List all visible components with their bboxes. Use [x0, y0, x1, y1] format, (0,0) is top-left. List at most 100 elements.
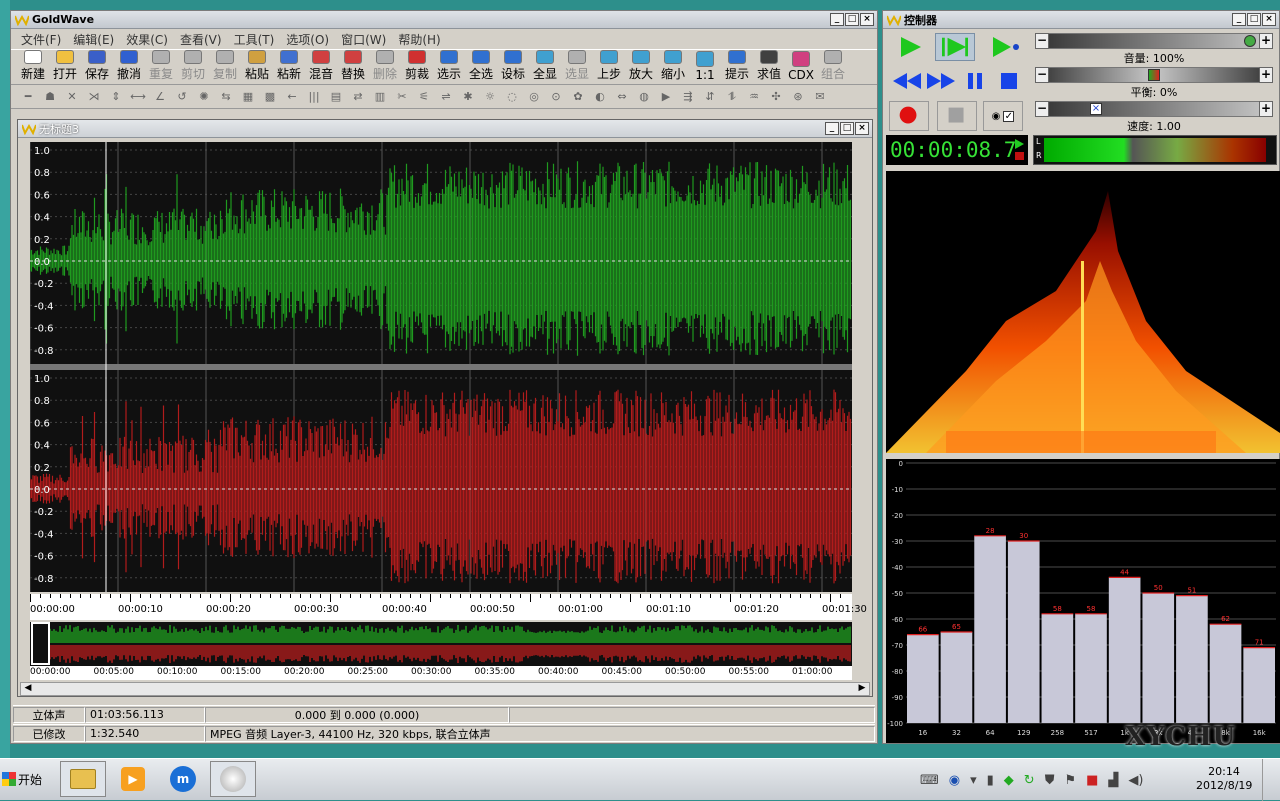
- effect-tool-icon[interactable]: ⊛: [789, 89, 807, 105]
- play-button[interactable]: [889, 33, 929, 61]
- menu-item-5[interactable]: 选项(O): [280, 31, 335, 48]
- fast-forward-button[interactable]: [923, 67, 959, 95]
- toolbar-button-23[interactable]: 求值: [753, 50, 785, 84]
- ctrl-close-button[interactable]: ×: [1262, 13, 1276, 26]
- effect-tool-icon[interactable]: ⊙: [547, 89, 565, 105]
- scroll-right-arrow[interactable]: ▶: [855, 683, 869, 695]
- effect-tool-icon[interactable]: ▶: [657, 89, 675, 105]
- rewind-button[interactable]: [889, 67, 925, 95]
- usb-icon[interactable]: ▮: [987, 773, 994, 788]
- volume-icon[interactable]: ◀): [1128, 773, 1143, 788]
- toolbar-button-13[interactable]: 选示: [433, 50, 465, 84]
- clock[interactable]: 20:14 2012/8/19: [1196, 765, 1252, 793]
- speed-thumb-icon[interactable]: ×: [1090, 103, 1102, 115]
- ctrl-minimize-button[interactable]: _: [1232, 13, 1246, 26]
- effect-tool-icon[interactable]: ⇌: [437, 89, 455, 105]
- effect-tool-icon[interactable]: ✉: [811, 89, 829, 105]
- effect-tool-icon[interactable]: ☗: [41, 89, 59, 105]
- right-channel[interactable]: 1.0 0.8 0.6 0.4 0.2 0.0 -0.2 -0.4 -0.6 -0.8: [30, 370, 852, 592]
- ctrl-maximize-button[interactable]: □: [1247, 13, 1261, 26]
- effect-tool-icon[interactable]: ▥: [371, 89, 389, 105]
- effect-tool-icon[interactable]: ▩: [261, 89, 279, 105]
- taskbar-media-button[interactable]: ▶: [110, 761, 156, 797]
- effect-tool-icon[interactable]: ⇵: [701, 89, 719, 105]
- doc-close-button[interactable]: ×: [855, 122, 869, 135]
- taskbar-goldwave-button[interactable]: [210, 761, 256, 797]
- pause-button[interactable]: [959, 67, 991, 95]
- main-title-bar[interactable]: GoldWave _ □ ×: [11, 11, 877, 29]
- toolbar-button-25[interactable]: 组合: [817, 50, 849, 84]
- balance-plus[interactable]: +: [1259, 67, 1273, 83]
- flag-icon[interactable]: ⚑: [1064, 773, 1076, 788]
- effect-tool-icon[interactable]: ▤: [327, 89, 345, 105]
- security-icon[interactable]: ◆: [1004, 773, 1014, 788]
- tray-arrow-icon[interactable]: ▾: [970, 773, 977, 788]
- toolbar-button-5[interactable]: 剪切: [177, 50, 209, 84]
- controller-title-bar[interactable]: 控制器 _ □ ×: [883, 11, 1279, 29]
- record-stop-button[interactable]: [937, 101, 977, 131]
- effect-tool-icon[interactable]: ⇄: [349, 89, 367, 105]
- left-channel[interactable]: 1.0 0.8 0.6 0.4 0.2 0.0 -0.2 -0.4 -0.6 -0.8: [30, 142, 852, 364]
- toolbar-button-12[interactable]: 剪裁: [401, 50, 433, 84]
- stop-button[interactable]: [993, 67, 1025, 95]
- effect-tool-icon[interactable]: ⇶: [679, 89, 697, 105]
- effect-tool-icon[interactable]: ✱: [459, 89, 477, 105]
- start-button[interactable]: 开始: [2, 765, 52, 793]
- volume-slider[interactable]: − +: [1035, 33, 1273, 49]
- record-options-button[interactable]: ◉ ✓: [983, 101, 1023, 131]
- scroll-left-arrow[interactable]: ◀: [21, 683, 35, 695]
- effect-tool-icon[interactable]: ━: [19, 89, 37, 105]
- effect-tool-icon[interactable]: ⇕: [107, 89, 125, 105]
- toolbar-button-7[interactable]: 粘贴: [241, 50, 273, 84]
- toolbar-button-11[interactable]: 删除: [369, 50, 401, 84]
- effect-tool-icon[interactable]: ☼: [481, 89, 499, 105]
- volume-thumb-icon[interactable]: [1244, 35, 1256, 47]
- balance-thumb-icon[interactable]: [1148, 69, 1160, 81]
- toolbar-button-1[interactable]: 打开: [49, 50, 81, 84]
- effect-tool-icon[interactable]: |||: [305, 89, 323, 105]
- waveform-view[interactable]: 1.0 0.8 0.6 0.4 0.2 0.0 -0.2 -0.4 -0.6 -0.8 1.0 0.8…: [30, 142, 852, 592]
- toolbar-button-9[interactable]: 混音: [305, 50, 337, 84]
- toolbar-button-15[interactable]: 设标: [497, 50, 529, 84]
- effect-tool-icon[interactable]: ∠: [151, 89, 169, 105]
- effect-tool-icon[interactable]: ✕: [63, 89, 81, 105]
- effect-tool-icon[interactable]: ♒: [745, 89, 763, 105]
- effect-tool-icon[interactable]: ✿: [569, 89, 587, 105]
- toolbar-button-14[interactable]: 全选: [465, 50, 497, 84]
- effect-tool-icon[interactable]: ⇆: [217, 89, 235, 105]
- toolbar-button-19[interactable]: 放大: [625, 50, 657, 84]
- record-button[interactable]: [889, 101, 929, 131]
- effect-tool-icon[interactable]: ▦: [239, 89, 257, 105]
- overview-bar[interactable]: [30, 622, 852, 666]
- effect-tool-icon[interactable]: ⇔: [613, 89, 631, 105]
- effect-tool-icon[interactable]: ↺: [173, 89, 191, 105]
- minimize-button[interactable]: _: [830, 13, 844, 26]
- toolbar-button-4[interactable]: 重复: [145, 50, 177, 84]
- doc-minimize-button[interactable]: _: [825, 122, 839, 135]
- effect-tool-icon[interactable]: ⋊: [85, 89, 103, 105]
- effect-tool-icon[interactable]: ⟷: [129, 89, 147, 105]
- menu-item-6[interactable]: 窗口(W): [335, 31, 392, 48]
- menu-item-3[interactable]: 查看(V): [174, 31, 228, 48]
- effect-tool-icon[interactable]: ⚟: [415, 89, 433, 105]
- effect-tool-icon[interactable]: ◐: [591, 89, 609, 105]
- speed-plus[interactable]: +: [1259, 101, 1273, 117]
- toolbar-button-21[interactable]: 1:1: [689, 50, 721, 84]
- balance-minus[interactable]: −: [1035, 67, 1049, 83]
- effect-tool-icon[interactable]: ✺: [195, 89, 213, 105]
- antivirus-icon[interactable]: ■: [1086, 773, 1098, 788]
- update-icon[interactable]: ↻: [1024, 773, 1035, 788]
- show-desktop-button[interactable]: [1262, 759, 1280, 801]
- horizontal-scrollbar[interactable]: ◀ ▶: [20, 682, 870, 696]
- toolbar-button-18[interactable]: 上步: [593, 50, 625, 84]
- toolbar-button-6[interactable]: 复制: [209, 50, 241, 84]
- document-title-bar[interactable]: 无标题3 _ □ ×: [18, 120, 872, 138]
- toolbar-button-8[interactable]: 粘新: [273, 50, 305, 84]
- close-button[interactable]: ×: [860, 13, 874, 26]
- spectrum-visual[interactable]: [886, 171, 1280, 453]
- effect-tool-icon[interactable]: ←: [283, 89, 301, 105]
- play-selection-button[interactable]: [935, 33, 975, 61]
- maximize-button[interactable]: □: [845, 13, 859, 26]
- shield-icon[interactable]: ⛊: [1045, 773, 1055, 788]
- menu-item-0[interactable]: 文件(F): [15, 31, 67, 48]
